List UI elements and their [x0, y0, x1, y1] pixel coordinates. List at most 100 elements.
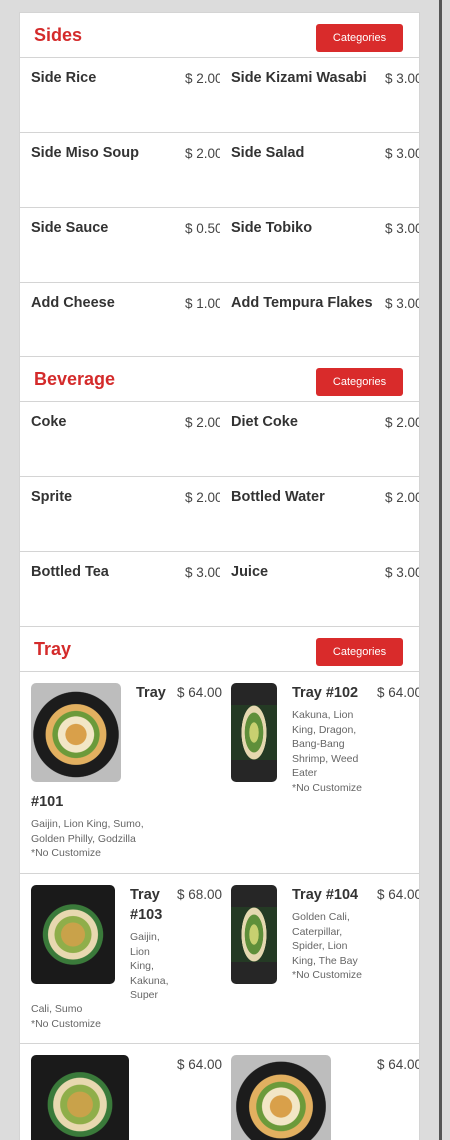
tray-name: Tray #103 — [130, 887, 163, 923]
tray-image — [231, 885, 277, 984]
menu-row: Sprite $ 2.00 Bottled Water $ 2.00 — [20, 477, 420, 552]
tray-price: $ 68.00 — [177, 887, 223, 902]
section-title: Sides — [34, 25, 83, 45]
sides-section: Sides Categories Side Rice $ 2.00 Side Ki… — [19, 12, 420, 356]
item-name: Side Salad — [231, 145, 305, 161]
menu-item[interactable]: Add Tempura Flakes $ 3.00 — [220, 283, 420, 356]
tray-item[interactable]: Tray #102 $ 64.00 Kakuna, Lion King, Dra… — [220, 672, 420, 874]
menu-item[interactable]: Sprite $ 2.00 — [20, 477, 220, 551]
item-name: Sprite — [31, 489, 73, 505]
tray-desc-continued: Cali, Sumo — [31, 1003, 83, 1015]
tray-row: Tray #103 $ 68.00 Gaijin, Lion King, Kak… — [20, 874, 420, 1044]
item-name: Side Sauce — [31, 220, 109, 236]
item-price: $ 0.50 — [185, 221, 220, 236]
tray-note: *No Customize — [31, 1018, 102, 1030]
item-name: Side Tobiko — [231, 220, 313, 236]
tray-header: Tray Categories — [20, 626, 419, 672]
menu-item[interactable]: Side Rice $ 2.00 — [20, 58, 220, 132]
item-price: $ 2.00 — [385, 415, 420, 430]
item-price: $ 1.00 — [185, 296, 220, 311]
tray-desc: Golden Cali, Caterpillar, Spider, Lion K… — [292, 911, 358, 967]
tray-name-continued: #101 — [31, 794, 64, 810]
item-price: $ 3.00 — [385, 71, 420, 86]
tray-price: $ 64.00 — [177, 685, 223, 700]
item-name: Add Cheese — [31, 295, 115, 311]
tray-row: Tray $ 64.00 #101 Gaijin, Lion King, Sum… — [20, 672, 420, 874]
tray-desc-continued: Golden Philly, Godzilla — [31, 833, 136, 845]
menu-item[interactable]: Juice $ 3.00 — [220, 552, 420, 626]
beverage-grid: Coke $ 2.00 Diet Coke $ 2.00 Sprite $ 2.00 … — [20, 402, 420, 626]
tray-row: $ 64.00 $ 64.00 — [20, 1044, 420, 1140]
tray-desc: Gaijin, Lion King, Sumo, — [31, 818, 144, 830]
tray-section: Tray Categories Tray $ 64.00 #101 Gaijin… — [19, 626, 420, 1140]
categories-button[interactable]: Categories — [316, 638, 403, 666]
menu-item[interactable]: Add Cheese $ 1.00 — [20, 283, 220, 356]
item-price: $ 2.00 — [185, 71, 220, 86]
item-price: $ 3.00 — [185, 565, 220, 580]
tray-name: Tray — [136, 685, 166, 701]
item-name: Coke — [31, 414, 67, 430]
tray-note: *No Customize — [31, 847, 102, 859]
section-title: Tray — [34, 639, 72, 659]
item-price: $ 3.00 — [385, 296, 420, 311]
menu-item[interactable]: Side Tobiko $ 3.00 — [220, 208, 420, 282]
categories-button[interactable]: Categories — [316, 368, 403, 396]
menu-item[interactable]: Coke $ 2.00 — [20, 402, 220, 476]
item-price: $ 2.00 — [185, 415, 220, 430]
tray-item[interactable]: Tray #103 $ 68.00 Gaijin, Lion King, Kak… — [20, 874, 223, 1044]
menu-row: Side Rice $ 2.00 Side Kizami Wasabi $ 3.00 — [20, 58, 420, 133]
menu-item[interactable]: Bottled Tea $ 3.00 — [20, 552, 220, 626]
item-name: Bottled Water — [231, 489, 325, 505]
item-name: Diet Coke — [231, 414, 298, 430]
menu-item[interactable]: Side Miso Soup $ 2.00 — [20, 133, 220, 207]
tray-item[interactable]: $ 64.00 — [220, 1044, 420, 1140]
menu-item[interactable]: Side Kizami Wasabi $ 3.00 — [220, 58, 420, 132]
item-price: $ 2.00 — [385, 490, 420, 505]
tray-image — [31, 1055, 129, 1140]
tray-item[interactable]: Tray #104 $ 64.00 Golden Cali, Caterpill… — [220, 874, 420, 1044]
menu-item[interactable]: Side Sauce $ 0.50 — [20, 208, 220, 282]
item-price: $ 3.00 — [385, 146, 420, 161]
tray-note: *No Customize — [292, 782, 363, 794]
tray-note: *No Customize — [292, 969, 363, 981]
menu-item[interactable]: Side Salad $ 3.00 — [220, 133, 420, 207]
beverage-section: Beverage Categories Coke $ 2.00 Diet Coke… — [19, 356, 420, 626]
tray-image — [31, 885, 115, 984]
sides-grid: Side Rice $ 2.00 Side Kizami Wasabi $ 3.00… — [20, 58, 420, 356]
tray-name: Tray #102 — [292, 685, 359, 701]
item-price: $ 2.00 — [185, 490, 220, 505]
tray-item[interactable]: Tray $ 64.00 #101 Gaijin, Lion King, Sum… — [20, 672, 223, 874]
section-title: Beverage — [34, 369, 116, 389]
categories-button[interactable]: Categories — [316, 24, 403, 52]
sides-header: Sides Categories — [20, 12, 419, 58]
menu-row: Side Miso Soup $ 2.00 Side Salad $ 3.00 — [20, 133, 420, 208]
tray-price: $ 64.00 — [377, 887, 420, 902]
item-name: Bottled Tea — [31, 564, 109, 580]
item-name: Side Kizami Wasabi — [231, 70, 367, 86]
item-name: Side Rice — [31, 70, 97, 86]
item-name: Juice — [231, 564, 269, 580]
menu-item[interactable]: Bottled Water $ 2.00 — [220, 477, 420, 551]
page-scroll-edge — [439, 0, 442, 1140]
menu-row: Bottled Tea $ 3.00 Juice $ 3.00 — [20, 552, 420, 626]
tray-image — [231, 683, 277, 782]
tray-image — [231, 1055, 331, 1140]
menu-item[interactable]: Diet Coke $ 2.00 — [220, 402, 420, 476]
tray-desc: Gaijin, Lion King, Kakuna, Super — [130, 931, 169, 1001]
tray-price: $ 64.00 — [177, 1057, 223, 1072]
tray-price: $ 64.00 — [377, 685, 420, 700]
menu-row: Add Cheese $ 1.00 Add Tempura Flakes $ 3.0… — [20, 283, 420, 356]
item-price: $ 2.00 — [185, 146, 220, 161]
tray-price: $ 64.00 — [377, 1057, 420, 1072]
item-name: Add Tempura Flakes — [231, 295, 373, 311]
item-price: $ 3.00 — [385, 565, 420, 580]
tray-desc: Kakuna, Lion King, Dragon, Bang-Bang Shr… — [292, 709, 359, 779]
tray-name: Tray #104 — [292, 887, 359, 903]
tray-item[interactable]: $ 64.00 — [20, 1044, 223, 1140]
beverage-header: Beverage Categories — [20, 356, 419, 402]
tray-image — [31, 683, 121, 782]
menu-row: Coke $ 2.00 Diet Coke $ 2.00 — [20, 402, 420, 477]
menu-row: Side Sauce $ 0.50 Side Tobiko $ 3.00 — [20, 208, 420, 283]
item-name: Side Miso Soup — [31, 145, 139, 161]
item-price: $ 3.00 — [385, 221, 420, 236]
